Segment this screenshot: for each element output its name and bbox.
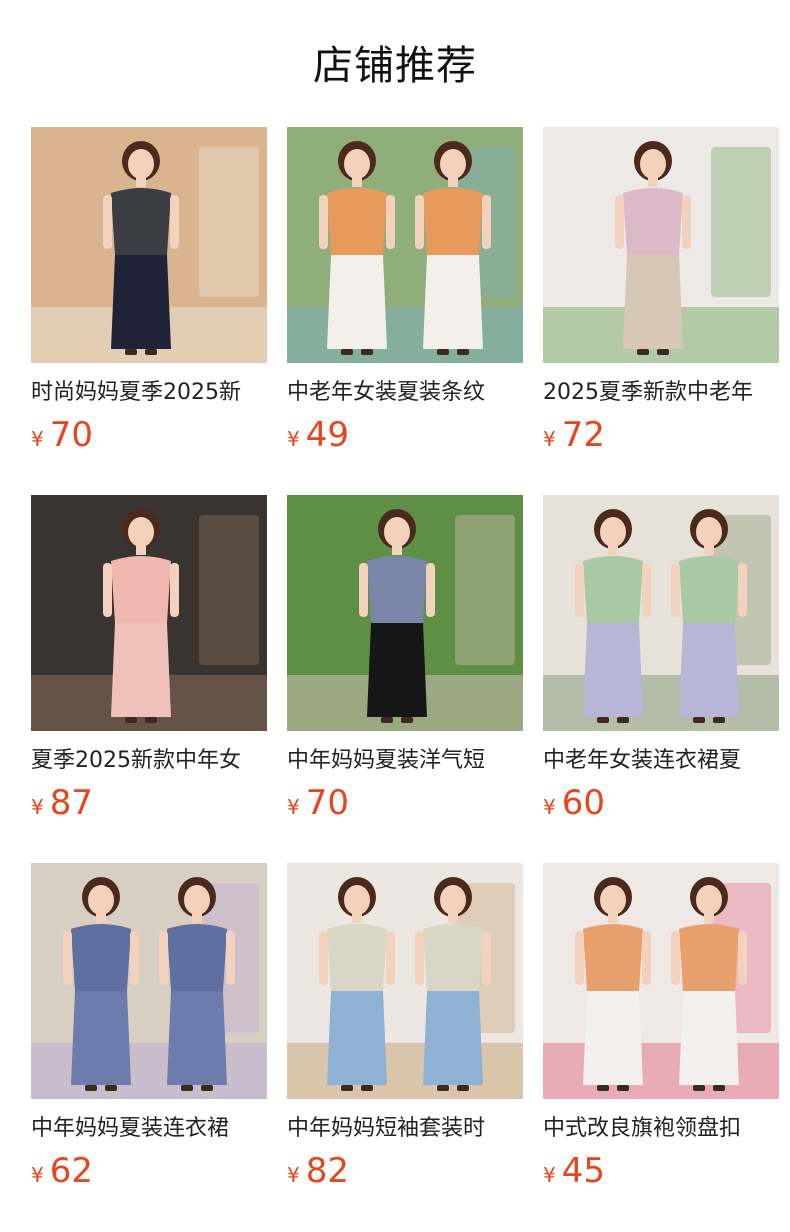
product-title[interactable]: 中年妈妈夏装连衣裙 bbox=[31, 1112, 267, 1146]
product-price: ¥60 bbox=[543, 783, 605, 823]
product-price: ¥70 bbox=[287, 783, 349, 823]
product-image[interactable] bbox=[543, 127, 779, 363]
price-value: 82 bbox=[305, 1151, 349, 1191]
price-value: 60 bbox=[561, 783, 605, 823]
product-photo bbox=[543, 495, 779, 731]
currency-symbol: ¥ bbox=[543, 1163, 556, 1187]
product-price: ¥72 bbox=[543, 415, 605, 455]
product-image[interactable] bbox=[287, 495, 523, 731]
product-price: ¥45 bbox=[543, 1151, 605, 1191]
product-title[interactable]: 2025夏季新款中老年 bbox=[543, 376, 779, 410]
product-price: ¥49 bbox=[287, 415, 349, 455]
product-title[interactable]: 夏季2025新款中年女 bbox=[31, 744, 267, 778]
currency-symbol: ¥ bbox=[287, 795, 300, 819]
product-image[interactable] bbox=[31, 495, 267, 731]
product-card[interactable]: 中年妈妈夏装洋气短 ¥70 bbox=[287, 495, 523, 825]
product-image[interactable] bbox=[543, 495, 779, 731]
product-photo bbox=[287, 127, 523, 363]
product-photo bbox=[287, 495, 523, 731]
product-image[interactable] bbox=[287, 863, 523, 1099]
product-card[interactable]: 夏季2025新款中年女 ¥87 bbox=[31, 495, 267, 825]
price-value: 70 bbox=[49, 415, 93, 455]
section-title: 店铺推荐 bbox=[313, 43, 477, 89]
product-card[interactable]: 中式改良旗袍领盘扣 ¥45 bbox=[543, 863, 779, 1193]
product-image[interactable] bbox=[31, 127, 267, 363]
product-photo bbox=[31, 863, 267, 1099]
currency-symbol: ¥ bbox=[543, 795, 556, 819]
product-title[interactable]: 中年妈妈夏装洋气短 bbox=[287, 744, 523, 778]
product-price: ¥87 bbox=[31, 783, 93, 823]
product-image[interactable] bbox=[31, 863, 267, 1099]
product-price: ¥82 bbox=[287, 1151, 349, 1191]
product-title[interactable]: 中老年女装夏装条纹 bbox=[287, 376, 523, 410]
product-photo bbox=[31, 127, 267, 363]
product-card[interactable]: 2025夏季新款中老年 ¥72 bbox=[543, 127, 779, 457]
price-value: 72 bbox=[561, 415, 605, 455]
currency-symbol: ¥ bbox=[31, 1163, 44, 1187]
product-photo bbox=[543, 127, 779, 363]
product-image[interactable] bbox=[287, 127, 523, 363]
price-value: 45 bbox=[561, 1151, 605, 1191]
price-value: 87 bbox=[49, 783, 93, 823]
product-card[interactable]: 中老年女装连衣裙夏 ¥60 bbox=[543, 495, 779, 825]
product-photo bbox=[543, 863, 779, 1099]
product-title[interactable]: 中式改良旗袍领盘扣 bbox=[543, 1112, 779, 1146]
product-card[interactable]: 时尚妈妈夏季2025新 ¥70 bbox=[31, 127, 267, 457]
product-price: ¥62 bbox=[31, 1151, 93, 1191]
product-photo bbox=[287, 863, 523, 1099]
product-card[interactable]: 中老年女装夏装条纹 ¥49 bbox=[287, 127, 523, 457]
product-card[interactable]: 中年妈妈短袖套装时 ¥82 bbox=[287, 863, 523, 1193]
currency-symbol: ¥ bbox=[287, 1163, 300, 1187]
product-title[interactable]: 中老年女装连衣裙夏 bbox=[543, 744, 779, 778]
currency-symbol: ¥ bbox=[287, 427, 300, 451]
product-photo bbox=[31, 495, 267, 731]
product-title[interactable]: 中年妈妈短袖套装时 bbox=[287, 1112, 523, 1146]
product-price: ¥70 bbox=[31, 415, 93, 455]
currency-symbol: ¥ bbox=[31, 795, 44, 819]
currency-symbol: ¥ bbox=[31, 427, 44, 451]
product-card[interactable]: 中年妈妈夏装连衣裙 ¥62 bbox=[31, 863, 267, 1193]
product-title[interactable]: 时尚妈妈夏季2025新 bbox=[31, 376, 267, 410]
price-value: 62 bbox=[49, 1151, 93, 1191]
currency-symbol: ¥ bbox=[543, 427, 556, 451]
price-value: 70 bbox=[305, 783, 349, 823]
product-image[interactable] bbox=[543, 863, 779, 1099]
price-value: 49 bbox=[305, 415, 349, 455]
